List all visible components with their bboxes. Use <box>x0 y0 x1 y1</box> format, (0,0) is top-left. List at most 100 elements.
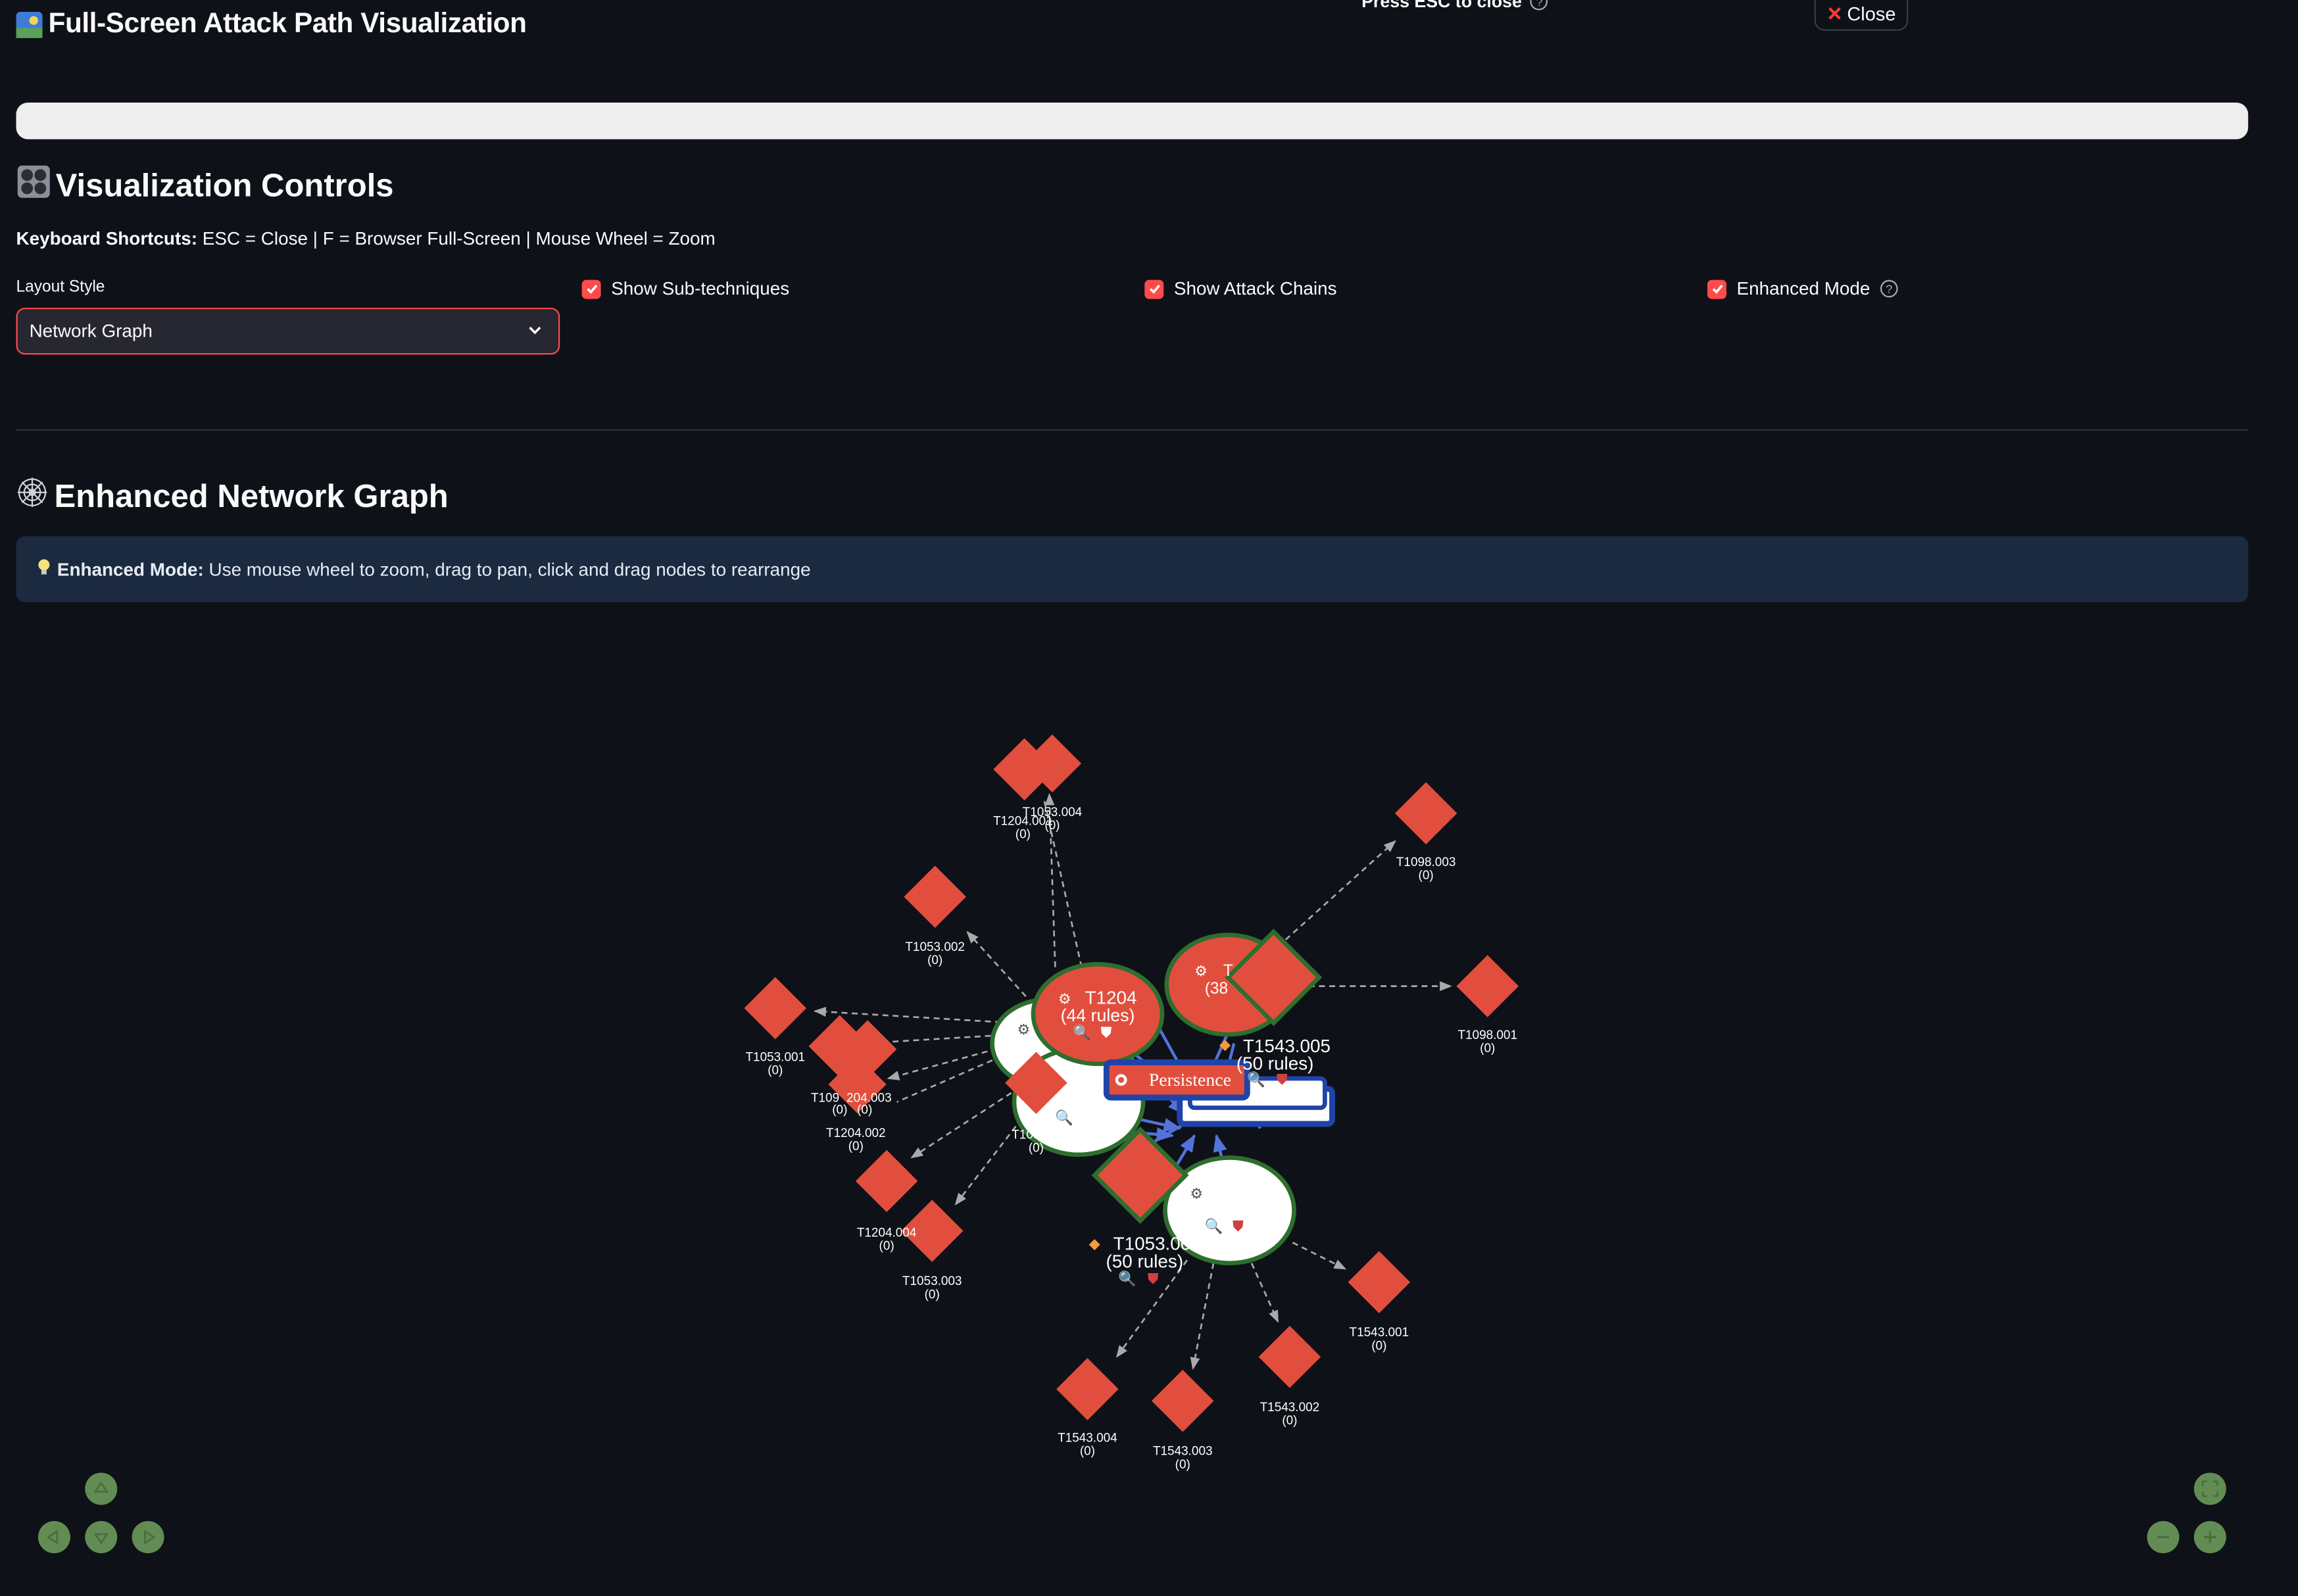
subtechnique-label: (0) <box>857 1103 872 1117</box>
search-icon: 🔍 <box>1055 1108 1073 1126</box>
controls-heading: Visualization Controls <box>16 164 394 208</box>
divider <box>16 429 2249 431</box>
subtechnique-node <box>1394 782 1457 844</box>
show-attack-chains-checkbox[interactable]: Show Attack Chains <box>1144 278 1337 299</box>
shield-icon: ⛊ <box>1148 1270 1159 1288</box>
diamond-bullet-icon: ◆ <box>1219 1036 1231 1053</box>
node-label: T <box>1223 962 1233 980</box>
subtechnique-label: (0) <box>768 1063 783 1077</box>
node-label: T1204 <box>1085 987 1137 1007</box>
subtechnique-label: (0) <box>1175 1458 1190 1472</box>
subtechnique-label: (0) <box>1044 819 1060 833</box>
subtechnique-label: T1543.004 <box>1058 1432 1117 1445</box>
esc-hint-text: Press ESC to close <box>1361 0 1522 12</box>
enhanced-mode-checkbox[interactable]: Enhanced Mode ? <box>1707 278 1898 299</box>
chevron-down-icon <box>526 320 544 342</box>
node-label: (38 <box>1205 980 1228 998</box>
pan-down-button[interactable] <box>85 1520 118 1553</box>
subtechnique-label: (0) <box>1080 1445 1095 1459</box>
shield-icon: ⛊ <box>1233 1218 1244 1235</box>
close-button-label: Close <box>1847 3 1896 25</box>
shield-icon: ⛊ <box>1277 1071 1288 1088</box>
shortcuts-label: Keyboard Shortcuts: <box>16 228 198 249</box>
show-attack-chains-label: Show Attack Chains <box>1173 278 1337 299</box>
checkmark-icon <box>1144 279 1164 299</box>
subtechnique-label: (0) <box>832 1103 847 1117</box>
checkmark-icon <box>581 279 601 299</box>
layout-style-select[interactable]: Network Graph <box>16 307 560 355</box>
help-icon[interactable]: ? <box>1530 0 1548 11</box>
pan-left-button[interactable] <box>37 1520 70 1553</box>
subtechnique-label: (0) <box>1015 828 1031 842</box>
subtechnique-label: T1098.001 <box>1457 1028 1517 1042</box>
gear-icon: ⚙ <box>1017 1021 1030 1038</box>
subtechnique-node <box>855 1149 918 1213</box>
search-icon: 🔍 <box>1205 1217 1223 1235</box>
network-graph[interactable]: ⚙ ⚙ ⚙ ⚙ 🔍 🔍 🔍 🔍 🔍 ⛊ ⛊ ⛊ ⛊ ◆ ◆ T1204 (44 … <box>0 616 2298 1596</box>
node-label: (50 rules) <box>1106 1251 1183 1271</box>
tactic-label: Persistence <box>1149 1070 1231 1090</box>
shortcuts-text: ESC = Close | F = Browser Full-Screen | … <box>202 228 716 249</box>
help-icon[interactable]: ? <box>1880 279 1898 298</box>
page-title-text: Full-Screen Attack Path Visualization <box>48 9 527 40</box>
arrow-right-icon <box>144 1530 156 1545</box>
arrow-left-icon <box>47 1530 59 1545</box>
subtechnique-label: T1543.002 <box>1260 1401 1320 1415</box>
search-icon: 🔍 <box>1073 1023 1091 1042</box>
subtechnique-label: (0) <box>1282 1414 1297 1428</box>
subtechnique-label: (0) <box>1419 869 1434 883</box>
zoom-out-button[interactable] <box>2147 1520 2180 1553</box>
subtechnique-node <box>1348 1251 1411 1314</box>
arrow-up-icon <box>93 1481 109 1493</box>
search-icon: 🔍 <box>1118 1269 1137 1288</box>
fit-view-icon <box>2201 1480 2218 1497</box>
subtechnique-label: T1543.003 <box>1153 1445 1213 1459</box>
subtechnique-label: (0) <box>925 1288 940 1301</box>
subtechnique-label: T1053.003 <box>902 1274 962 1288</box>
subtechnique-label: (0) <box>1029 1141 1044 1155</box>
node-label: (44 rules) <box>1061 1005 1135 1025</box>
subtechnique-label: T1053.004 <box>1023 806 1083 819</box>
fit-view-button[interactable] <box>2193 1472 2226 1505</box>
shield-icon: ⛊ <box>1100 1025 1112 1042</box>
subtechnique-node <box>1056 1358 1119 1420</box>
pan-right-button[interactable] <box>132 1520 164 1553</box>
subtechnique-label: T1204.002 <box>826 1126 886 1140</box>
graph-heading-text: Enhanced Network Graph <box>54 477 449 515</box>
subtechnique-node <box>1258 1326 1321 1388</box>
diamond-bullet-icon: ◆ <box>1089 1236 1101 1253</box>
control-knobs-icon <box>16 164 51 208</box>
lightbulb-icon <box>37 558 51 580</box>
subtechnique-label: T109 <box>1012 1128 1040 1142</box>
subtechnique-node <box>744 977 807 1040</box>
page-title: Full-Screen Attack Path Visualization <box>16 9 527 41</box>
minus-icon <box>2157 1536 2169 1539</box>
close-icon: ✕ <box>1826 2 1843 24</box>
layout-style-value: Network Graph <box>29 320 153 342</box>
checkmark-icon <box>1707 279 1726 299</box>
subtechnique-node <box>904 865 966 928</box>
close-button[interactable]: ✕ Close <box>1814 0 1909 31</box>
esc-hint: Press ESC to close ? <box>1361 0 1548 12</box>
subtechnique-label: (0) <box>879 1240 894 1253</box>
show-subtechniques-checkbox[interactable]: Show Sub-techniques <box>581 278 790 299</box>
subtechnique-label: T1098.003 <box>1396 856 1456 869</box>
info-text: Use mouse wheel to zoom, drag to pan, cl… <box>208 559 811 580</box>
pan-up-button[interactable] <box>85 1472 118 1505</box>
gear-icon: ⚙ <box>1194 963 1208 980</box>
node-label: (50 rules) <box>1236 1053 1314 1074</box>
subtechnique-node <box>1456 955 1519 1017</box>
zoom-in-button[interactable] <box>2193 1520 2226 1553</box>
show-subtechniques-label: Show Sub-techniques <box>611 278 790 299</box>
target-icon <box>1118 1076 1125 1083</box>
plus-icon <box>2204 1531 2216 1543</box>
subtechnique-node <box>1151 1369 1214 1432</box>
subtechnique-label: T1204.004 <box>857 1226 917 1240</box>
gear-icon: ⚙ <box>1190 1186 1203 1203</box>
info-label: Enhanced Mode: <box>57 559 204 580</box>
subtechnique-label: (0) <box>1480 1042 1495 1055</box>
info-banner: Enhanced Mode: Use mouse wheel to zoom, … <box>16 536 2249 602</box>
subtechnique-label: (0) <box>1371 1339 1386 1353</box>
map-icon <box>16 11 43 38</box>
subtechnique-label: T1053.001 <box>745 1050 805 1064</box>
